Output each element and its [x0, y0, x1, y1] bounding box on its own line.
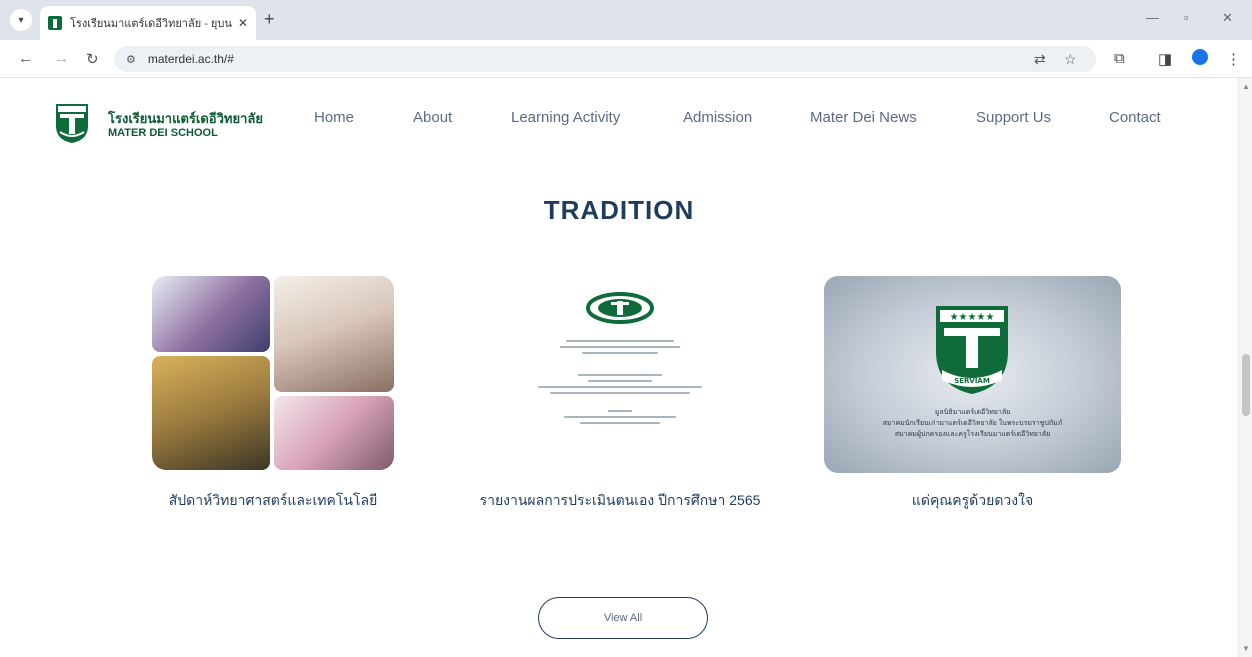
card-teacher-tribute-image[interactable]: ★★★★★ SERVIAM มูลนิธิมาแตร์เดอีวิทยาลัย …: [824, 276, 1121, 473]
school-crest-logo[interactable]: [54, 102, 90, 144]
card-teacher-tribute-caption[interactable]: แด่คุณครูด้วยดวงใจ: [824, 490, 1121, 510]
school-crest-icon: ★★★★★ SERVIAM: [936, 306, 1008, 394]
svg-text:★★★★★: ★★★★★: [950, 312, 995, 323]
brand-name-english[interactable]: MATER DEI SCHOOL: [108, 127, 218, 139]
close-tab-icon[interactable]: ✕: [238, 16, 248, 30]
nav-admission[interactable]: Admission: [683, 109, 752, 126]
menu-kebab-icon[interactable]: ⋮: [1226, 50, 1241, 68]
bookmark-star-icon[interactable]: ☆: [1064, 51, 1077, 68]
tribute-line-3: สมาคมผู้ปกครองและครูโรงเรียนมาแตร์เดอีวิ…: [894, 431, 1051, 438]
school-emblem-oval-icon: [586, 292, 654, 324]
new-tab-icon[interactable]: +: [264, 9, 275, 30]
close-window-icon[interactable]: ✕: [1222, 10, 1233, 26]
back-icon[interactable]: ←: [18, 50, 33, 67]
browser-tabstrip: ▾ โรงเรียนมาแตร์เดอีวิทยาลัย - ยุบนะ ✕ +…: [0, 0, 1252, 40]
card-sar-report-caption[interactable]: รายงานผลการประเมินตนเอง ปีการศึกษา 2565: [470, 490, 770, 510]
photo-dinosaur-exhibit: [152, 356, 270, 470]
minimize-icon[interactable]: —: [1146, 10, 1159, 25]
scroll-up-icon[interactable]: ▲: [1242, 82, 1250, 91]
tribute-line-1: มูลนิธิมาแตร์เดอีวิทยาลัย: [934, 409, 1011, 416]
site-info-icon[interactable]: ⚙: [126, 53, 136, 66]
address-bar[interactable]: ⚙ materdei.ac.th/# ⇄ ☆: [114, 46, 1096, 72]
tab-search-icon[interactable]: ▾: [10, 9, 32, 31]
site-header: โรงเรียนมาแตร์เดอีวิทยาลัย MATER DEI SCH…: [0, 78, 1238, 158]
extensions-icon[interactable]: ⧉: [1114, 50, 1125, 67]
card-science-week-caption[interactable]: สัปดาห์วิทยาศาสตร์และเทคโนโลยี: [152, 490, 394, 510]
profile-avatar[interactable]: [1192, 49, 1208, 65]
translate-icon[interactable]: ⇄: [1034, 51, 1046, 68]
nav-learning-activity[interactable]: Learning Activity: [511, 109, 620, 126]
scroll-down-icon[interactable]: ▼: [1242, 644, 1250, 653]
page-scrollbar[interactable]: ▲ ▼: [1238, 78, 1252, 657]
nav-mater-dei-news[interactable]: Mater Dei News: [810, 109, 917, 126]
reload-icon[interactable]: ↻: [86, 50, 99, 68]
photo-students-lab: [274, 276, 394, 392]
favicon-icon: [48, 16, 62, 30]
scrollbar-thumb[interactable]: [1242, 354, 1250, 416]
nav-support-us[interactable]: Support Us: [976, 109, 1051, 126]
section-title: TRADITION: [543, 195, 695, 225]
brand-name-thai[interactable]: โรงเรียนมาแตร์เดอีวิทยาลัย: [108, 108, 263, 129]
restore-icon[interactable]: ▫: [1184, 10, 1189, 25]
photo-students-activity: [274, 396, 394, 470]
nav-about[interactable]: About: [413, 109, 452, 126]
card-sar-report-image[interactable]: [470, 276, 770, 470]
url-text[interactable]: materdei.ac.th/#: [148, 52, 234, 66]
browser-toolbar: ← → ↻ ⚙ materdei.ac.th/# ⇄ ☆ ⧉ ◨ ⋮: [0, 40, 1252, 78]
nav-home[interactable]: Home: [314, 109, 354, 126]
photo-students-classroom: [152, 276, 270, 352]
view-all-button[interactable]: View All: [538, 597, 708, 639]
side-panel-icon[interactable]: ◨: [1158, 50, 1172, 68]
tribute-line-2: สมาคมนักเรียนเก่ามาแตร์เดอีวิทยาลัย ในพร…: [882, 420, 1063, 427]
tab-title: โรงเรียนมาแตร์เดอีวิทยาลัย - ยุบนะ: [70, 18, 232, 30]
forward-icon[interactable]: →: [54, 50, 69, 67]
browser-tab[interactable]: โรงเรียนมาแตร์เดอีวิทยาลัย - ยุบนะ ✕: [40, 6, 256, 40]
web-page: โรงเรียนมาแตร์เดอีวิทยาลัย MATER DEI SCH…: [0, 78, 1238, 657]
card-science-week-image[interactable]: [152, 276, 394, 470]
nav-contact[interactable]: Contact: [1109, 109, 1161, 126]
crest-motto: SERVIAM: [954, 377, 990, 385]
